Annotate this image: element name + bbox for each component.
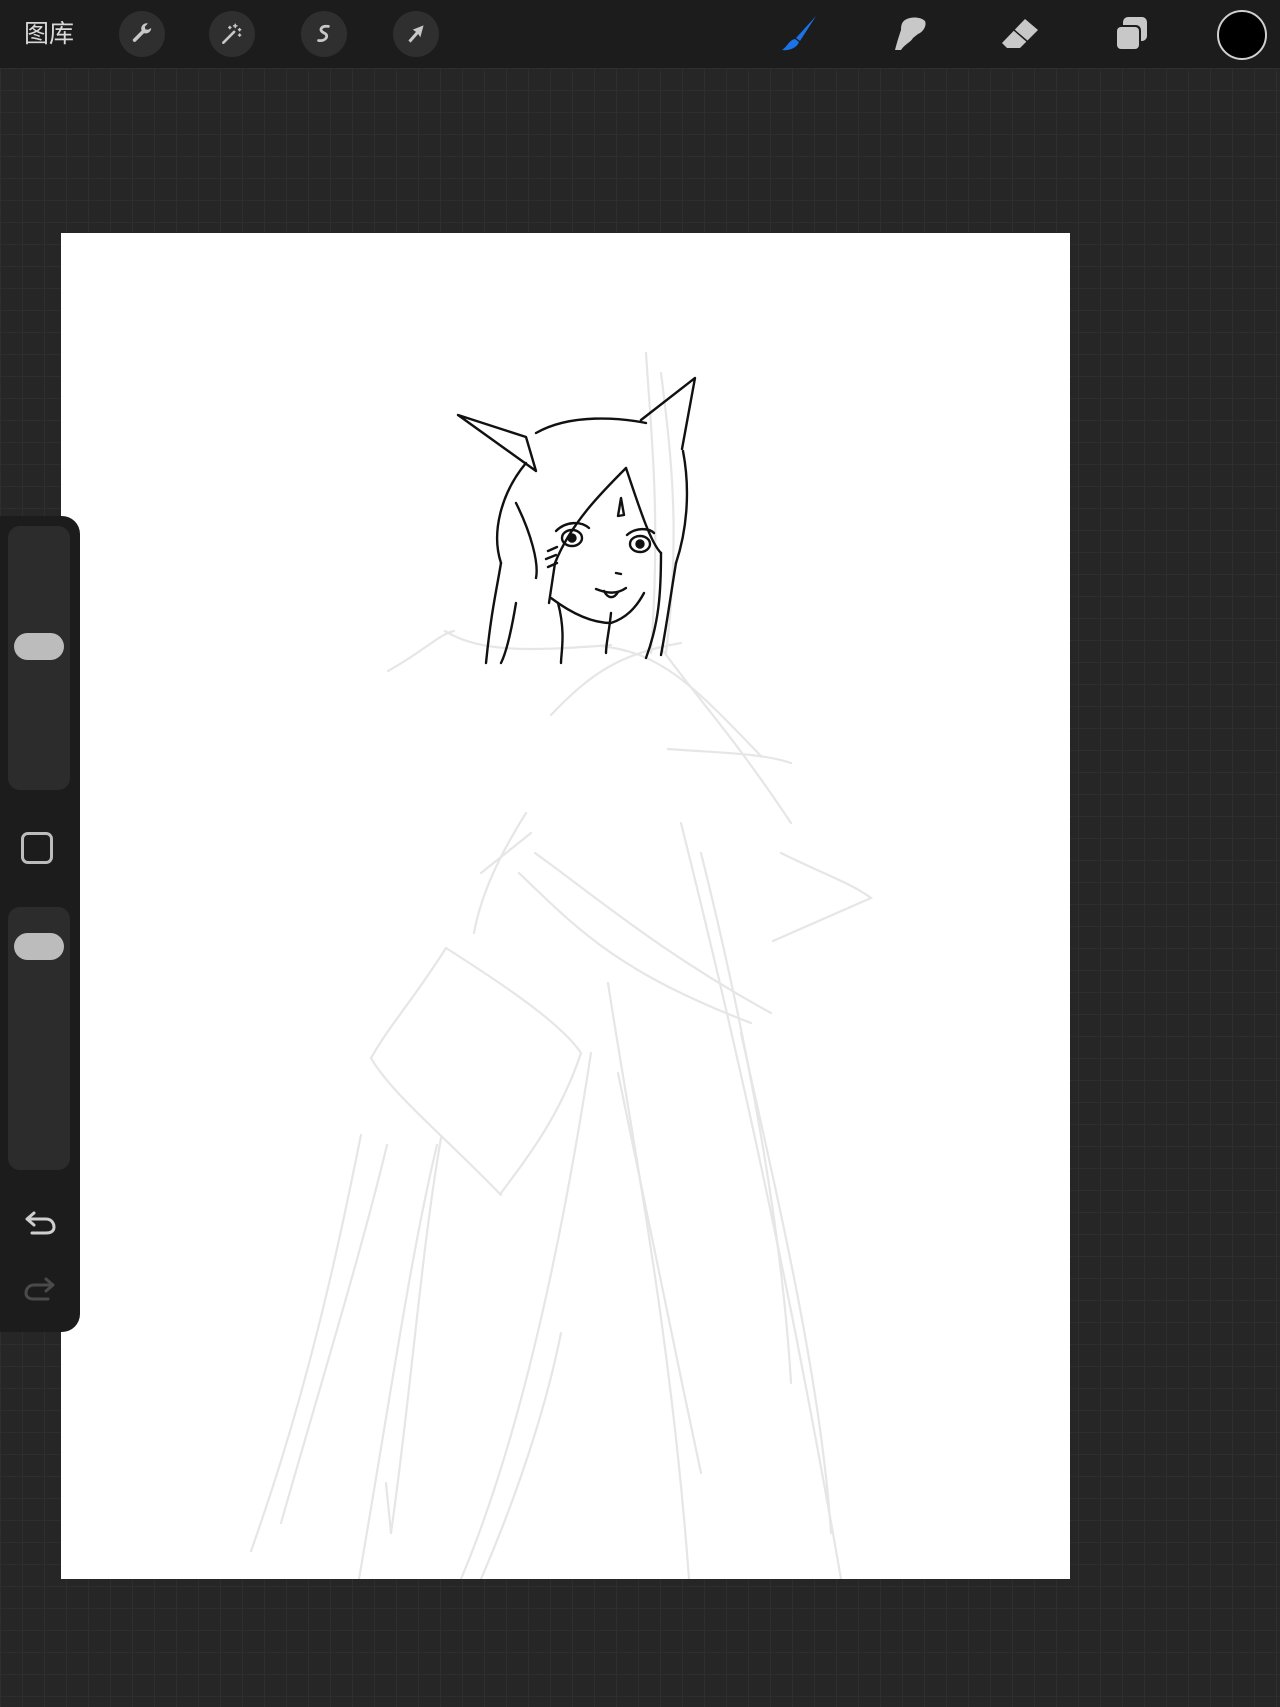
brush-tool-button[interactable] (774, 10, 822, 58)
wrench-icon (132, 23, 152, 42)
top-toolbar: 图库 (0, 0, 1280, 68)
actions-button[interactable] (119, 11, 165, 57)
layers-icon (1115, 17, 1147, 51)
arrow-cursor-icon (408, 25, 424, 43)
brush-size-slider[interactable] (8, 526, 70, 790)
side-toolbar (0, 516, 80, 1332)
brush-opacity-slider[interactable] (8, 907, 70, 1170)
brush-size-thumb[interactable] (14, 633, 64, 661)
eraser-tool-button[interactable] (996, 10, 1044, 58)
selection-button[interactable] (301, 11, 347, 57)
smudge-icon (895, 17, 926, 50)
adjustments-button[interactable] (209, 11, 255, 57)
color-picker-button[interactable] (1217, 10, 1267, 60)
modify-button[interactable] (21, 832, 53, 864)
brush-opacity-thumb[interactable] (14, 932, 64, 960)
sketch-artwork (249, 351, 874, 1579)
smudge-tool-button[interactable] (885, 10, 933, 58)
redo-icon[interactable] (20, 1268, 60, 1308)
eraser-icon (1002, 19, 1038, 48)
brush-icon (782, 16, 816, 51)
magic-wand-icon (222, 23, 242, 44)
selection-s-icon (317, 24, 330, 42)
undo-icon[interactable] (20, 1202, 60, 1242)
layers-button[interactable] (1107, 10, 1155, 58)
transform-button[interactable] (393, 11, 439, 57)
procreate-app: 图库 (0, 0, 1280, 1707)
gallery-button[interactable]: 图库 (24, 14, 74, 54)
drawing-canvas[interactable] (61, 233, 1070, 1579)
